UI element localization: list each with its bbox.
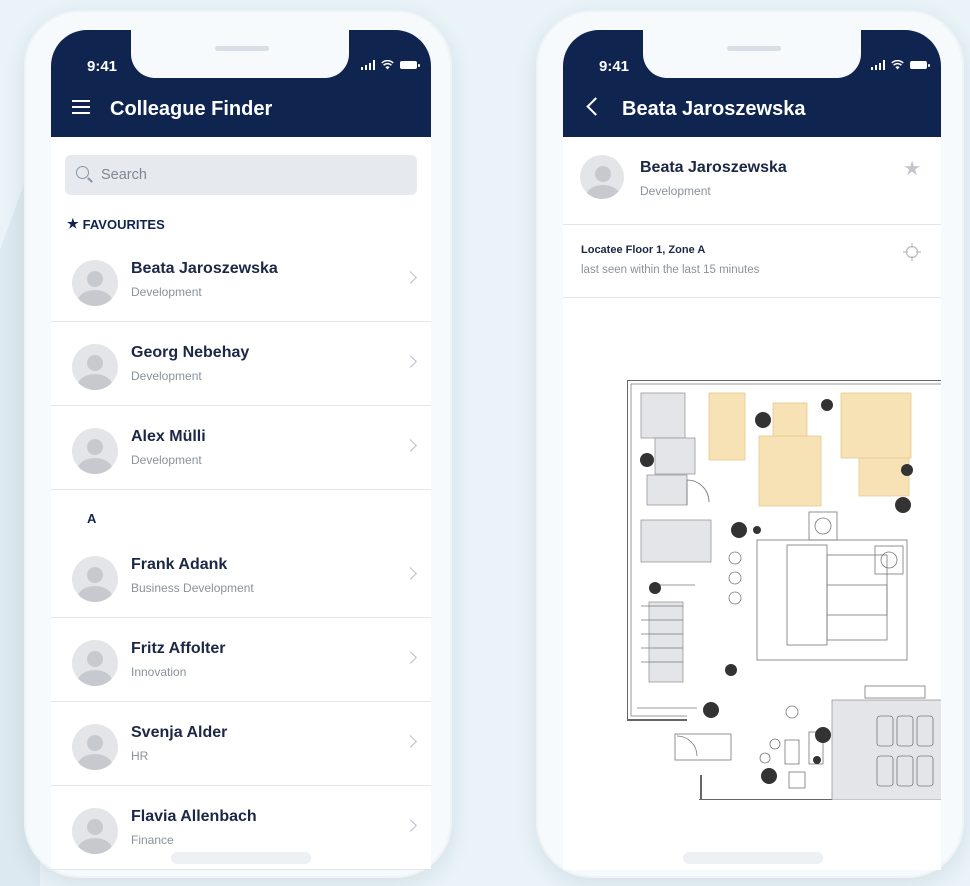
phone-frame-list: 9:41 Colleague Finder ★ FAVOURITES Beata… [24,10,452,878]
colleague-list-screen: 9:41 Colleague Finder ★ FAVOURITES Beata… [51,30,431,870]
colleague-detail-screen: 9:41 Beata Jaroszewska Beata Jaroszewska… [563,30,941,870]
contact-department: Development [131,369,202,383]
avatar [72,556,118,602]
avatar [72,260,118,306]
contact-name: Frank Adank [131,556,228,573]
status-icons [360,60,420,70]
contact-name: Beata Jaroszewska [131,260,278,277]
list-item[interactable]: Alex Mülli Development [51,406,431,490]
search-input[interactable] [97,155,405,195]
page-title: Beata Jaroszewska [622,98,806,120]
battery-icon [910,61,930,69]
favourite-star-icon[interactable]: ★ [903,159,921,179]
search-bar[interactable] [65,155,417,195]
avatar [72,808,118,854]
contact-department: Development [131,285,202,299]
chevron-right-icon [404,271,417,284]
location-title: Locatee Floor 1, Zone A [581,244,706,256]
status-icons [870,60,930,70]
signal-icon [870,60,885,70]
chevron-right-icon [404,735,417,748]
avatar [580,155,624,199]
contact-name: Flavia Allenbach [131,808,257,825]
location-row: Locatee Floor 1, Zone A last seen within… [563,225,941,298]
profile-department: Development [640,184,711,198]
contact-department: Development [131,453,202,467]
floor-plan-map[interactable] [627,380,941,800]
search-icon [76,166,89,179]
home-indicator [683,852,823,864]
contact-name: Fritz Affolter [131,640,226,657]
menu-icon[interactable] [72,100,90,114]
speaker [215,46,269,51]
contact-department: Finance [131,833,174,847]
speaker [727,46,781,51]
contact-department: HR [131,749,149,763]
avatar [72,724,118,770]
contact-department: Innovation [131,665,187,679]
chevron-right-icon [404,567,417,580]
page-title: Colleague Finder [110,98,273,120]
phone-frame-detail: 9:41 Beata Jaroszewska Beata Jaroszewska… [536,10,964,878]
profile-card: Beata Jaroszewska Development ★ [563,137,941,225]
status-time: 9:41 [87,58,118,75]
list-item[interactable]: Svenja Alder HR [51,702,431,786]
avatar [72,640,118,686]
avatar [72,428,118,474]
chevron-right-icon [404,439,417,452]
notch [643,30,861,78]
profile-name: Beata Jaroszewska [640,159,787,176]
app-header: 9:41 Colleague Finder [51,30,431,137]
list-item[interactable]: Frank Adank Business Development [51,534,431,618]
avatar [72,344,118,390]
list-item[interactable]: Georg Nebehay Development [51,322,431,406]
crosshair-icon[interactable] [903,243,921,261]
chevron-right-icon [404,355,417,368]
wifi-icon [891,60,904,70]
favourites-label: FAVOURITES [82,216,165,232]
section-header-a: A [87,511,97,526]
list-item[interactable]: Fritz Affolter Innovation [51,618,431,702]
contact-name: Georg Nebehay [131,344,250,361]
notch [131,30,349,78]
list-item[interactable]: Beata Jaroszewska Development [51,238,431,322]
app-header: 9:41 Beata Jaroszewska [563,30,941,137]
chevron-right-icon [404,819,417,832]
wifi-icon [381,60,394,70]
signal-icon [360,60,375,70]
back-arrow-icon[interactable] [586,97,605,116]
battery-icon [400,61,420,69]
status-time: 9:41 [599,58,630,75]
chevron-right-icon [404,651,417,664]
favourites-section-header: ★ FAVOURITES [67,216,165,232]
home-indicator [171,852,311,864]
last-seen-text: last seen within the last 15 minutes [581,264,760,276]
contact-department: Business Development [131,581,254,595]
star-icon: ★ [67,216,79,231]
contact-name: Alex Mülli [131,428,206,445]
contact-name: Svenja Alder [131,724,228,741]
